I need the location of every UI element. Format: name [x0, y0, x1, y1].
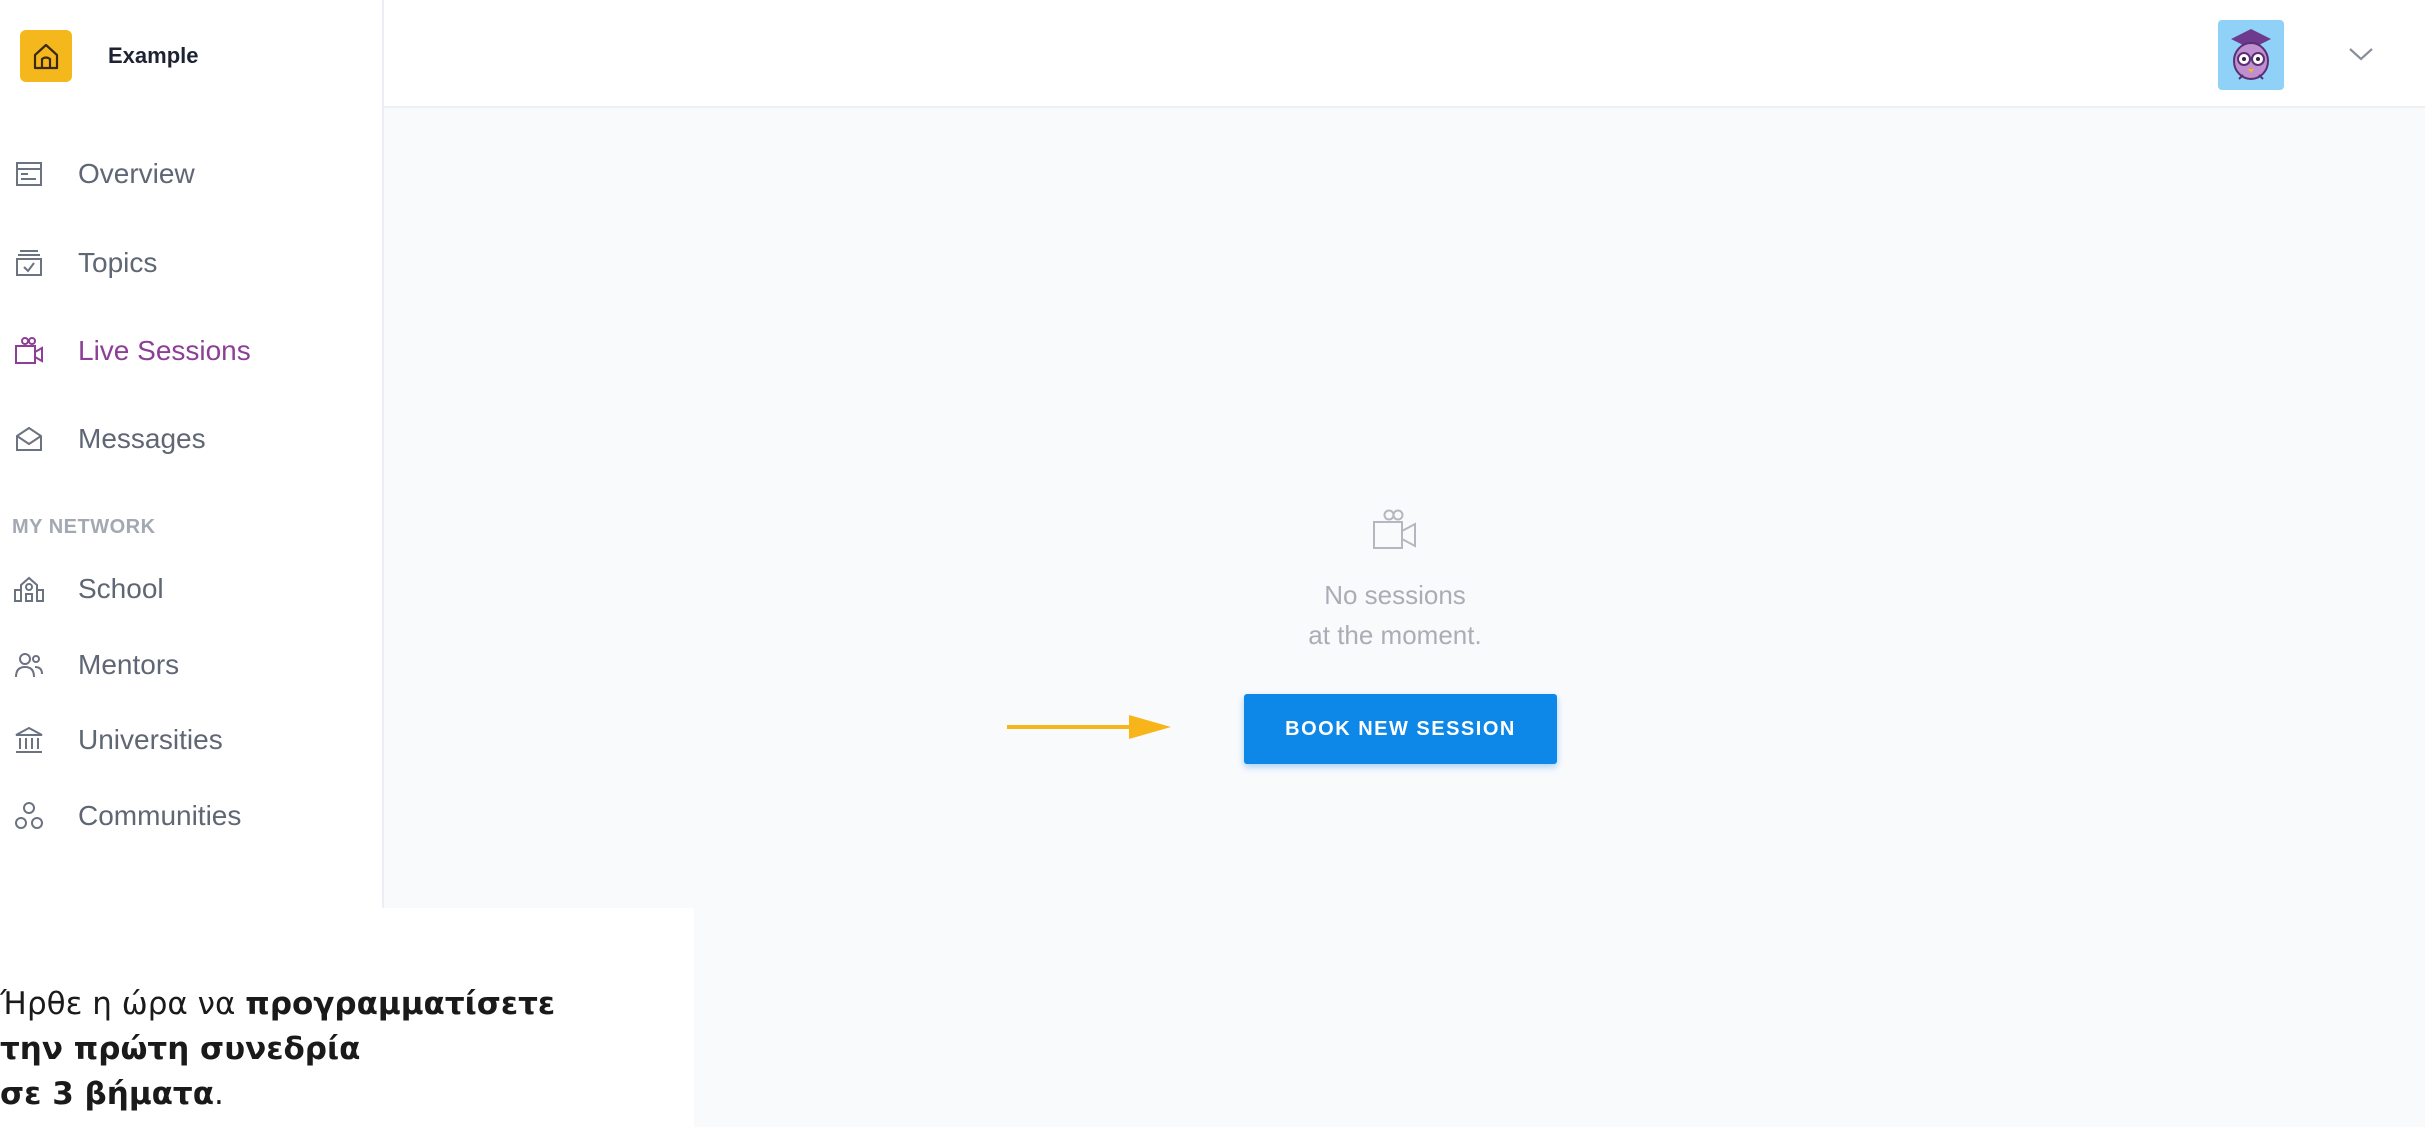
sidebar: Example Overview Topics Live Sessions Me…	[0, 0, 384, 908]
topics-icon	[12, 246, 46, 280]
sidebar-item-label: Messages	[78, 423, 206, 454]
communities-icon	[12, 799, 46, 833]
chevron-down-icon[interactable]	[2346, 42, 2376, 66]
owl-avatar-icon	[2231, 29, 2271, 80]
top-bar	[384, 0, 2425, 108]
school-icon	[12, 572, 46, 606]
sidebar-item-label: Overview	[78, 158, 195, 189]
empty-state-line-1: No sessions	[1324, 580, 1466, 610]
video-camera-icon	[12, 334, 46, 368]
overview-icon	[12, 157, 46, 191]
sidebar-item-universities[interactable]: Universities	[12, 718, 223, 762]
sidebar-item-overview[interactable]: Overview	[12, 152, 195, 196]
caption-line-3a: σε 3 βήματα	[0, 1076, 215, 1112]
sidebar-item-communities[interactable]: Communities	[12, 794, 241, 838]
sidebar-item-label: Live Sessions	[78, 335, 251, 366]
video-camera-icon	[1370, 508, 1420, 552]
caption-line-2: την πρώτη συνεδρία	[0, 1031, 361, 1067]
caption-line-3b: .	[214, 1076, 224, 1112]
user-avatar[interactable]	[2218, 20, 2284, 90]
sidebar-item-mentors[interactable]: Mentors	[12, 643, 179, 687]
sidebar-item-label: Topics	[78, 247, 158, 278]
university-icon	[12, 723, 46, 757]
book-new-session-button[interactable]: BOOK NEW SESSION	[1244, 694, 1557, 764]
sidebar-item-topics[interactable]: Topics	[12, 241, 157, 285]
arrow-right-icon	[1007, 715, 1171, 739]
brand[interactable]: Example	[20, 30, 199, 82]
caption-text: Ήρθε η ώρα να προγραμματίσετε την πρώτη …	[0, 982, 555, 1117]
sidebar-item-live-sessions[interactable]: Live Sessions	[12, 329, 251, 373]
caption-panel: Ήρθε η ώρα να προγραμματίσετε την πρώτη …	[0, 908, 694, 1127]
envelope-icon	[12, 422, 46, 456]
sidebar-item-label: School	[78, 573, 164, 604]
sidebar-item-messages[interactable]: Messages	[12, 417, 206, 461]
sidebar-item-label: Mentors	[78, 649, 180, 680]
sidebar-item-label: Universities	[78, 724, 223, 755]
home-icon	[20, 30, 72, 82]
caption-line-1b: προγραμματίσετε	[245, 986, 556, 1022]
mentors-icon	[12, 648, 46, 682]
section-label-my-network: MY NETWORK	[12, 516, 156, 538]
empty-state-line-2: at the moment.	[1308, 620, 1482, 650]
caption-line-1a: Ήρθε η ώρα να	[0, 986, 246, 1022]
sidebar-item-label: Communities	[78, 800, 242, 831]
brand-name: Example	[108, 43, 199, 68]
sidebar-item-school[interactable]: School	[12, 567, 164, 611]
